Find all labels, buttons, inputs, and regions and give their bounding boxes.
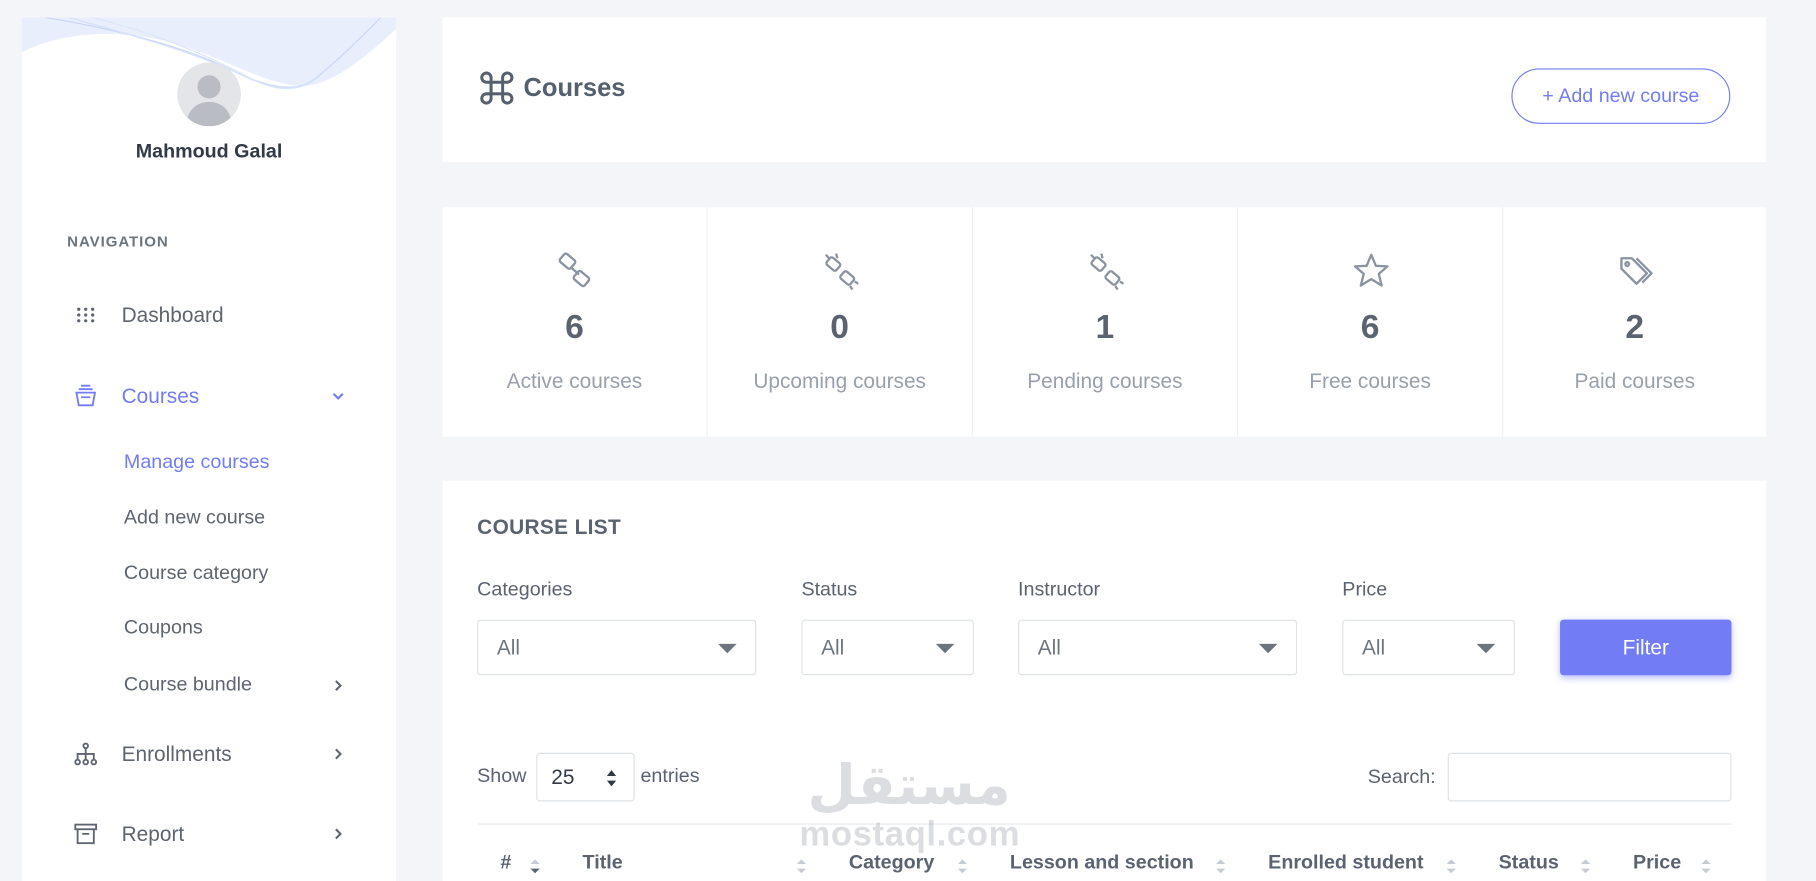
- sidebar-item-label: Courses: [121, 383, 200, 408]
- column-header-enrolled-student[interactable]: Enrolled student: [1268, 851, 1423, 874]
- sidebar-item-label: Enrollments: [121, 741, 232, 765]
- sidebar-subitem-add-new-course[interactable]: Add new course: [124, 506, 265, 529]
- instructor-filter-label: Instructor: [1018, 577, 1101, 600]
- search-label: Search:: [1367, 765, 1436, 788]
- stat-upcoming-courses[interactable]: 0 Upcoming courses: [708, 207, 973, 437]
- stat-value: 0: [830, 309, 850, 347]
- tags-icon: [1620, 257, 1653, 285]
- chevron-right-icon: [335, 748, 342, 760]
- chevron-right-icon: [335, 680, 342, 692]
- sidebar: Mahmoud Galal NAVIGATION Dashboard Cours…: [22, 17, 397, 881]
- user-silhouette-icon: [186, 75, 232, 127]
- select-value: All: [496, 635, 521, 659]
- entries-length-select[interactable]: 25: [536, 752, 635, 802]
- stat-free-courses[interactable]: 6 Free courses: [1238, 207, 1504, 437]
- sidebar-item-dashboard[interactable]: Dashboard: [22, 294, 396, 336]
- sidebar-item-enrollments[interactable]: Enrollments: [22, 733, 396, 775]
- column-header-status[interactable]: Status: [1499, 851, 1559, 874]
- courses-icon: [73, 383, 98, 408]
- select-value: 25: [551, 764, 575, 789]
- price-filter-select[interactable]: All: [1342, 619, 1515, 676]
- sort-icon[interactable]: [529, 857, 541, 876]
- table-divider: [477, 823, 1732, 825]
- instructor-filter-select[interactable]: All: [1018, 619, 1298, 676]
- sidebar-subitem-course-category[interactable]: Course category: [124, 562, 268, 585]
- stat-value: 6: [1360, 309, 1380, 347]
- caret-down-icon: [1476, 643, 1496, 654]
- sort-icon[interactable]: [1700, 857, 1712, 876]
- sidebar-subitem-coupons[interactable]: Coupons: [124, 616, 203, 639]
- stat-paid-courses[interactable]: 2 Paid courses: [1503, 207, 1766, 436]
- mostaql-watermark: مستقل mostaql.com: [797, 750, 1023, 863]
- watermark-arabic-text: مستقل: [808, 753, 1011, 818]
- show-label: Show: [477, 764, 527, 787]
- stat-label: Upcoming courses: [753, 369, 926, 393]
- column-header-lesson-and-section[interactable]: Lesson and section: [1010, 851, 1194, 874]
- chevron-down-icon: [332, 393, 344, 400]
- caret-down-icon: [935, 643, 955, 654]
- watermark-latin-text: mostaql.com: [799, 815, 1021, 854]
- app-canvas: Mahmoud Galal NAVIGATION Dashboard Cours…: [0, 0, 1816, 881]
- broken-link-icon: [1090, 253, 1125, 291]
- status-filter-label: Status: [801, 577, 858, 600]
- sidebar-item-label: Report: [121, 821, 185, 845]
- page-title: Courses: [479, 71, 625, 106]
- sidebar-subitem-label: Course bundle: [123, 672, 252, 695]
- search-input[interactable]: [1447, 752, 1732, 802]
- page-title-text: Courses: [523, 72, 626, 102]
- filter-button[interactable]: Filter: [1560, 619, 1732, 676]
- sitemap-icon: [73, 741, 98, 766]
- stats-card: 6 Active courses 0 Upcoming courses 1 Pe…: [442, 207, 1767, 437]
- command-icon: [480, 71, 514, 105]
- stat-label: Paid courses: [1574, 369, 1696, 393]
- nav-section-title: NAVIGATION: [67, 232, 169, 251]
- sidebar-subitem-course-bundle[interactable]: Course bundle: [124, 673, 373, 696]
- stat-value: 6: [565, 309, 584, 347]
- sidebar-item-courses[interactable]: Courses: [22, 375, 396, 417]
- archive-icon: [73, 821, 98, 846]
- course-list-card: COURSE LIST Categories All Status All In…: [442, 480, 1767, 881]
- caret-down-icon: [718, 643, 737, 654]
- stat-value: 1: [1095, 309, 1115, 347]
- stat-active-courses[interactable]: 6 Active courses: [442, 207, 708, 437]
- caret-down-icon: [1258, 643, 1278, 654]
- sidebar-item-label: Dashboard: [121, 302, 224, 327]
- status-filter-select[interactable]: All: [801, 619, 975, 676]
- chevron-right-icon: [335, 828, 342, 840]
- sidebar-subitem-manage-courses[interactable]: Manage courses: [124, 451, 270, 474]
- sort-icon[interactable]: [1445, 857, 1457, 876]
- watermark-arabic-logo: مستقل: [808, 753, 1011, 818]
- stat-value: 2: [1625, 309, 1645, 347]
- page-header-card: Courses + Add new course: [442, 17, 1767, 163]
- categories-filter-label: Categories: [477, 577, 573, 600]
- column-header-title[interactable]: Title: [583, 851, 623, 874]
- course-list-title: COURSE LIST: [477, 515, 622, 539]
- link-icon: [558, 252, 591, 288]
- select-value: All: [821, 635, 845, 659]
- broken-link-icon: [824, 253, 859, 291]
- avatar[interactable]: [177, 62, 241, 127]
- sort-icon[interactable]: [1580, 857, 1592, 876]
- stat-pending-courses[interactable]: 1 Pending courses: [973, 207, 1239, 437]
- categories-filter-select[interactable]: All: [477, 619, 757, 676]
- entries-label: entries: [640, 764, 700, 787]
- star-icon: [1353, 253, 1389, 287]
- stat-label: Free courses: [1309, 369, 1431, 393]
- column-header-number[interactable]: #: [500, 851, 511, 874]
- column-header-price[interactable]: Price: [1633, 851, 1681, 874]
- stat-label: Active courses: [506, 369, 643, 393]
- stat-label: Pending courses: [1027, 369, 1183, 393]
- sort-icon[interactable]: [1215, 857, 1227, 876]
- grid-dots-icon: [73, 302, 98, 327]
- add-new-course-button[interactable]: + Add new course: [1511, 68, 1731, 124]
- sort-arrows-icon: [606, 770, 617, 787]
- sidebar-item-report[interactable]: Report: [22, 813, 396, 855]
- select-value: All: [1037, 635, 1061, 659]
- user-name: Mahmoud Galal: [135, 140, 283, 163]
- price-filter-label: Price: [1342, 577, 1388, 600]
- select-value: All: [1361, 635, 1386, 659]
